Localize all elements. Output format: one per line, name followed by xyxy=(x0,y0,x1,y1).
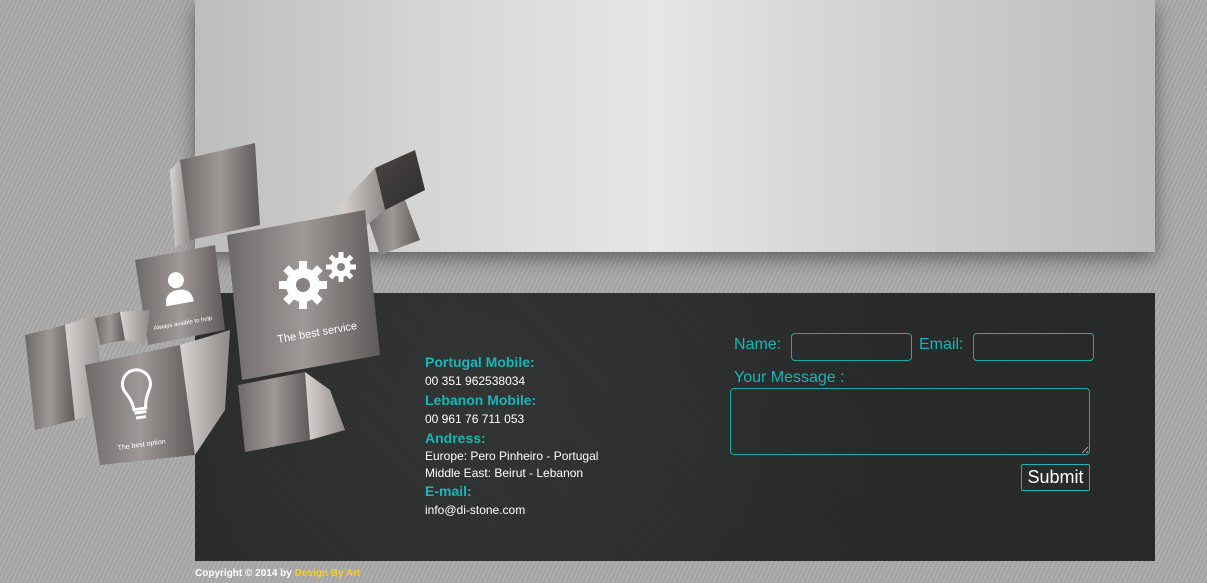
contact-info: Portugal Mobile: 00 351 962538034 Lebano… xyxy=(425,353,685,520)
message-textarea[interactable] xyxy=(730,388,1090,455)
address-middle-east: Middle East: Beirut - Lebanon xyxy=(425,466,584,480)
contact-form: Name: Email: Your Message : Submit xyxy=(730,333,1094,493)
portugal-mobile-label: Portugal Mobile: xyxy=(425,354,535,370)
email-field-label: Email: xyxy=(919,336,964,353)
copyright-text: Copyright © 2014 by xyxy=(195,568,292,579)
email-input[interactable] xyxy=(973,333,1094,361)
address-europe: Europe: Pero Pinheiro - Portugal xyxy=(425,449,599,463)
cubes-illustration: The best service Always avaible to help … xyxy=(25,143,425,465)
name-input[interactable] xyxy=(791,333,912,361)
email-value: info@di-stone.com xyxy=(425,503,526,517)
message-field-label: Your Message : xyxy=(734,369,845,386)
name-field-label: Name: xyxy=(734,336,782,353)
lebanon-mobile-value: 00 961 76 711 053 xyxy=(425,412,525,426)
email-label: E-mail: xyxy=(425,483,472,499)
submit-button[interactable]: Submit xyxy=(1021,464,1090,491)
portugal-mobile-value: 00 351 962538034 xyxy=(425,374,526,388)
address-label: Andress: xyxy=(425,430,486,446)
designer-link[interactable]: Design By Art xyxy=(295,568,361,579)
copyright: Copyright © 2014 by Design By Art xyxy=(195,568,360,579)
lebanon-mobile-label: Lebanon Mobile: xyxy=(425,392,537,408)
